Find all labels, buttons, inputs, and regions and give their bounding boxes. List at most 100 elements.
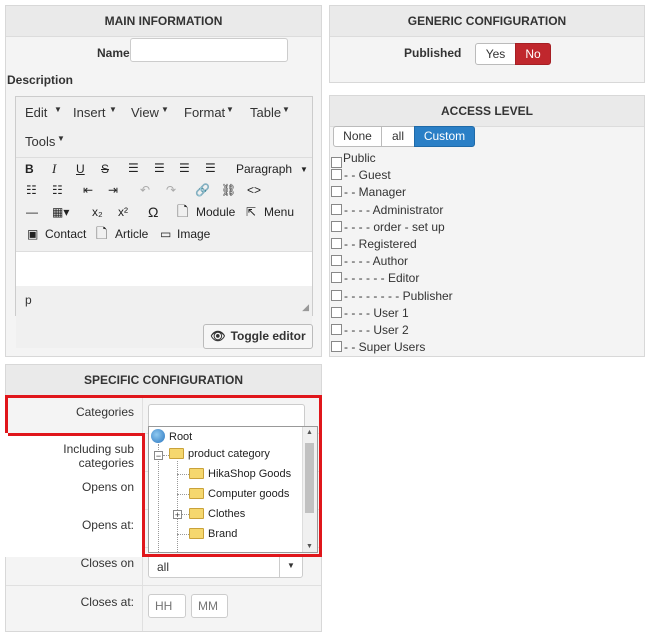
scroll-thumb[interactable] [305,443,314,513]
closes-at-minute-input[interactable] [191,594,228,618]
module-button[interactable]: Module [196,203,235,221]
access-custom-button[interactable]: Custom [414,126,475,147]
checkbox[interactable] [331,238,342,249]
access-group-item[interactable]: - - Manager [331,185,406,199]
toggle-editor-button[interactable]: 👁 Toggle editor [203,324,313,349]
custom-label: Custom [423,129,466,143]
published-no-button[interactable]: No [515,43,551,65]
access-group-item[interactable]: - - - - Administrator [331,203,443,217]
access-group-item[interactable]: - - - - User 1 [331,306,409,320]
published-label: Published [404,46,462,60]
undo-icon[interactable]: ↶ [140,181,150,199]
access-group-item[interactable]: - - Registered [331,237,417,251]
checkbox[interactable] [331,186,342,197]
generic-configuration-title: GENERIC CONFIGURATION [330,6,644,37]
image-button[interactable]: Image [177,225,210,243]
name-input[interactable] [130,38,288,62]
tree-scrollbar[interactable]: ▲ ▼ [302,427,317,552]
tree-node-item[interactable]: Clothes [189,508,245,520]
tree-node-item[interactable]: HikaShop Goods [189,468,291,480]
paragraph-select[interactable]: Paragraph [236,160,292,178]
tree-node-item[interactable]: Computer goods [189,488,289,500]
chevron-down-icon: ▼ [300,165,308,174]
bullet-list-icon[interactable]: ☷ [26,181,37,199]
special-char-icon[interactable]: Ω [148,203,158,221]
tree-connector [177,494,189,495]
checkbox[interactable] [331,272,342,283]
contact-icon[interactable]: ▣ [27,225,38,243]
access-group-item[interactable]: - - - - User 2 [331,323,409,337]
italic-icon[interactable]: I [52,160,56,178]
menu-format[interactable]: Format [184,105,225,120]
status-path: p [25,293,32,307]
indent-icon[interactable]: ⇥ [108,181,118,199]
editor-content-area[interactable] [16,251,312,287]
outdent-icon[interactable]: ⇤ [83,181,93,199]
link-icon[interactable]: 🔗 [195,181,210,199]
contact-button[interactable]: Contact [45,225,86,243]
menu-button[interactable]: Menu [264,203,294,221]
article-icon[interactable]: 🗋 [96,224,107,242]
main-information-title: MAIN INFORMATION [6,6,321,37]
align-justify-icon[interactable]: ☰ [205,159,216,177]
checkbox[interactable] [331,157,342,168]
access-none-button[interactable]: None [333,126,382,147]
checkbox[interactable] [331,307,342,318]
checkbox[interactable] [331,169,342,180]
menu-edit[interactable]: Edit [25,105,47,120]
access-group-item[interactable]: - - - - Author [331,254,408,268]
scroll-up-icon[interactable]: ▲ [306,429,313,436]
resize-handle-icon[interactable]: ◢ [302,302,309,313]
expand-icon[interactable]: + [173,510,182,520]
checkbox[interactable] [331,255,342,266]
checkbox[interactable] [331,290,342,301]
table-icon[interactable]: ▦▾ [52,203,69,221]
access-group-item[interactable]: - - - - order - set up [331,220,445,234]
categories-input[interactable] [148,404,305,428]
access-group-label: - - - - Administrator [344,203,444,217]
horizontal-rule-icon[interactable]: — [26,203,38,221]
chevron-down-icon: ▼ [279,555,302,577]
access-all-button[interactable]: all [381,126,415,147]
align-center-icon[interactable]: ☰ [154,159,165,177]
checkbox[interactable] [331,341,342,352]
collapse-icon[interactable]: − [154,451,163,461]
tree-node-item[interactable]: Brand [189,528,237,540]
strikethrough-icon[interactable]: S [101,160,109,178]
checkbox[interactable] [331,324,342,335]
image-icon[interactable]: ▭ [160,225,171,243]
tree-node-root[interactable]: Root [151,429,192,443]
align-right-icon[interactable]: ☰ [179,159,190,177]
scroll-down-icon[interactable]: ▼ [306,543,313,550]
access-group-item[interactable]: - - Super Users [331,340,425,354]
align-left-icon[interactable]: ☰ [128,159,139,177]
menu-link-icon[interactable]: ⇱ [246,203,256,221]
access-group-item[interactable]: - - - - - - Editor [331,271,419,285]
globe-icon [151,429,165,443]
subscript-icon[interactable]: x₂ [92,203,103,221]
checkbox[interactable] [331,204,342,215]
access-group-item[interactable]: - - - - - - - - Publisher [331,289,453,303]
published-yes-button[interactable]: Yes [475,43,516,65]
closes-on-select[interactable]: all ▼ [148,554,303,578]
bold-icon[interactable]: B [25,160,34,178]
superscript-icon[interactable]: x² [118,203,128,221]
access-group-item[interactable]: - - Guest [331,168,391,182]
menu-tools[interactable]: Tools [25,134,55,149]
numbered-list-icon[interactable]: ☷ [52,181,63,199]
checkbox[interactable] [331,221,342,232]
menu-table[interactable]: Table [250,105,281,120]
tree-node-product-category[interactable]: product category [169,448,270,460]
menu-insert[interactable]: Insert [73,105,106,120]
closes-at-hour-input[interactable] [148,594,186,618]
code-icon[interactable]: <> [247,181,261,199]
underline-icon[interactable]: U [76,160,85,178]
access-group-label: Public [343,151,376,165]
unlink-icon[interactable]: ⛓ [221,181,236,199]
redo-icon[interactable]: ↷ [166,181,176,199]
menu-view[interactable]: View [131,105,159,120]
module-icon[interactable]: 🗋 [177,202,188,220]
article-button[interactable]: Article [115,225,148,243]
no-label: No [525,47,541,61]
panel-left-border [5,557,6,632]
